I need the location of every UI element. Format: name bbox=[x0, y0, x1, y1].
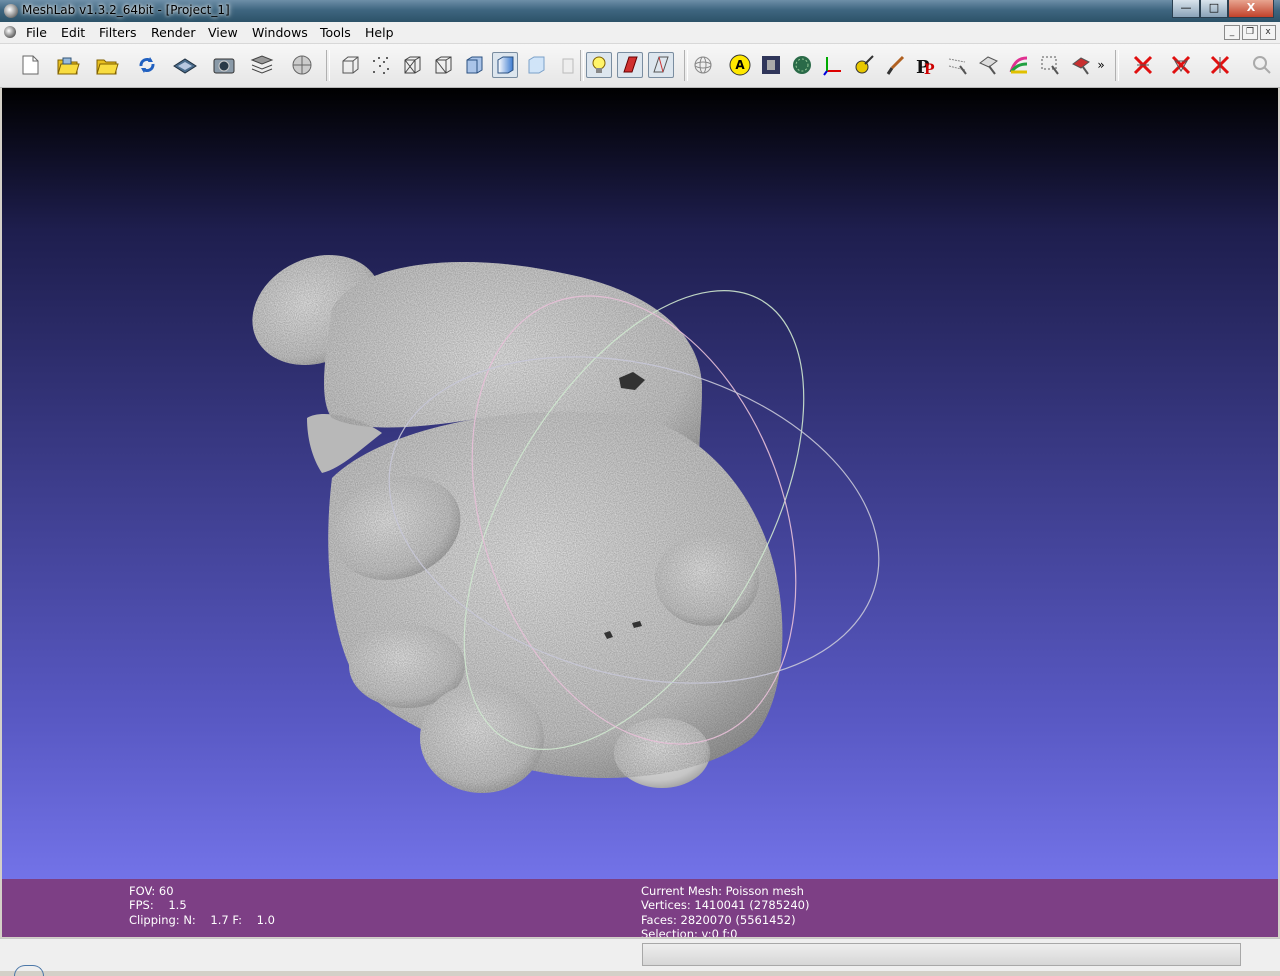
double-side-lighting-icon[interactable] bbox=[617, 52, 643, 78]
zoom-icon[interactable] bbox=[1249, 52, 1275, 78]
mdi-controls: _ ❐ x bbox=[1224, 25, 1276, 40]
color-paint-icon[interactable] bbox=[1006, 52, 1032, 78]
mdi-minimize-button[interactable]: _ bbox=[1224, 25, 1240, 40]
measure-icon[interactable] bbox=[944, 52, 970, 78]
bounding-box-icon[interactable] bbox=[337, 52, 363, 78]
axis-align-icon[interactable] bbox=[820, 52, 846, 78]
mdi-restore-button[interactable]: ❐ bbox=[1242, 25, 1258, 40]
toolbar-overflow-button[interactable]: » bbox=[1094, 52, 1108, 78]
selection-label: Selection: v:0 f:0 bbox=[641, 927, 738, 937]
delete-vertices-icon[interactable] bbox=[1130, 52, 1156, 78]
delete-faces-vertices-icon[interactable] bbox=[1207, 52, 1233, 78]
shadow-sphere-icon[interactable] bbox=[289, 52, 315, 78]
current-mesh-label: Current Mesh: Poisson mesh bbox=[641, 884, 804, 898]
status-indicator-icon bbox=[14, 965, 44, 976]
meshlab-app-icon[interactable] bbox=[4, 4, 18, 18]
light-bulb-icon[interactable] bbox=[586, 52, 612, 78]
selected-faces-icon[interactable] bbox=[555, 52, 581, 78]
menu-tools[interactable]: Tools bbox=[320, 25, 351, 40]
menu-windows[interactable]: Windows bbox=[252, 25, 308, 40]
wireframe-icon[interactable] bbox=[399, 52, 425, 78]
layers-icon[interactable] bbox=[249, 52, 275, 78]
faces-label: Faces: 2820070 (5561452) bbox=[641, 913, 796, 927]
progress-bar bbox=[642, 943, 1241, 966]
select-vertices-icon[interactable] bbox=[1068, 52, 1094, 78]
3d-viewport[interactable] bbox=[2, 88, 1278, 880]
align-icon[interactable] bbox=[975, 52, 1001, 78]
menu-help[interactable]: Help bbox=[365, 25, 394, 40]
raster-camera-icon[interactable] bbox=[758, 52, 784, 78]
minimize-button[interactable]: — bbox=[1172, 0, 1200, 18]
document-icon[interactable] bbox=[4, 26, 16, 38]
status-bar bbox=[0, 938, 1280, 976]
pick-points-icon[interactable]: PP bbox=[913, 52, 939, 78]
main-toolbar: A PP » bbox=[0, 44, 1280, 88]
snapshot-camera-icon[interactable] bbox=[211, 52, 237, 78]
delete-faces-icon[interactable] bbox=[1168, 52, 1194, 78]
menu-edit[interactable]: Edit bbox=[61, 25, 85, 40]
window-controls: — □ X bbox=[1172, 0, 1274, 18]
menu-bar: File Edit Filters Render View Windows To… bbox=[0, 22, 1280, 44]
window-title-bar: MeshLab v1.3.2_64bit - [Project_1] — □ X bbox=[0, 0, 1280, 22]
trackball-icon[interactable] bbox=[690, 52, 716, 78]
menu-filters[interactable]: Filters bbox=[99, 25, 136, 40]
open-folder-icon[interactable] bbox=[55, 52, 81, 78]
hidden-lines-icon[interactable] bbox=[430, 52, 456, 78]
save-icon[interactable] bbox=[172, 52, 198, 78]
mesh-model bbox=[252, 255, 783, 793]
paint-brush-icon[interactable] bbox=[882, 52, 908, 78]
mesh-render bbox=[252, 255, 880, 793]
menu-view[interactable]: View bbox=[208, 25, 238, 40]
clipping-label: Clipping: N: 1.7 F: 1.0 bbox=[129, 913, 275, 927]
close-button[interactable]: X bbox=[1228, 0, 1274, 18]
maximize-button[interactable]: □ bbox=[1200, 0, 1228, 18]
new-document-icon[interactable] bbox=[17, 52, 43, 78]
annotation-icon[interactable]: A bbox=[727, 52, 753, 78]
flat-shading-icon[interactable] bbox=[461, 52, 487, 78]
select-faces-icon[interactable] bbox=[1037, 52, 1063, 78]
back-face-icon[interactable] bbox=[648, 52, 674, 78]
window-title: MeshLab v1.3.2_64bit - [Project_1] bbox=[22, 3, 230, 17]
smooth-shading-icon[interactable] bbox=[492, 52, 518, 78]
texture-icon[interactable] bbox=[523, 52, 549, 78]
info-overlay: FOV: 60 FPS: 1.5 Clipping: N: 1.7 F: 1.0… bbox=[2, 879, 1278, 937]
manipulator-icon[interactable] bbox=[851, 52, 877, 78]
points-icon[interactable] bbox=[368, 52, 394, 78]
open-project-icon[interactable] bbox=[94, 52, 120, 78]
mdi-close-button[interactable]: x bbox=[1260, 25, 1276, 40]
svg-text:A: A bbox=[735, 58, 745, 72]
svg-text:P: P bbox=[924, 62, 935, 76]
fov-label: FOV: 60 bbox=[129, 884, 174, 898]
menu-file[interactable]: File bbox=[26, 25, 47, 40]
fps-label: FPS: 1.5 bbox=[129, 898, 187, 912]
reload-icon[interactable] bbox=[134, 52, 160, 78]
vertices-label: Vertices: 1410041 (2785240) bbox=[641, 898, 810, 912]
texture-sphere-icon[interactable] bbox=[789, 52, 815, 78]
menu-render[interactable]: Render bbox=[151, 25, 196, 40]
